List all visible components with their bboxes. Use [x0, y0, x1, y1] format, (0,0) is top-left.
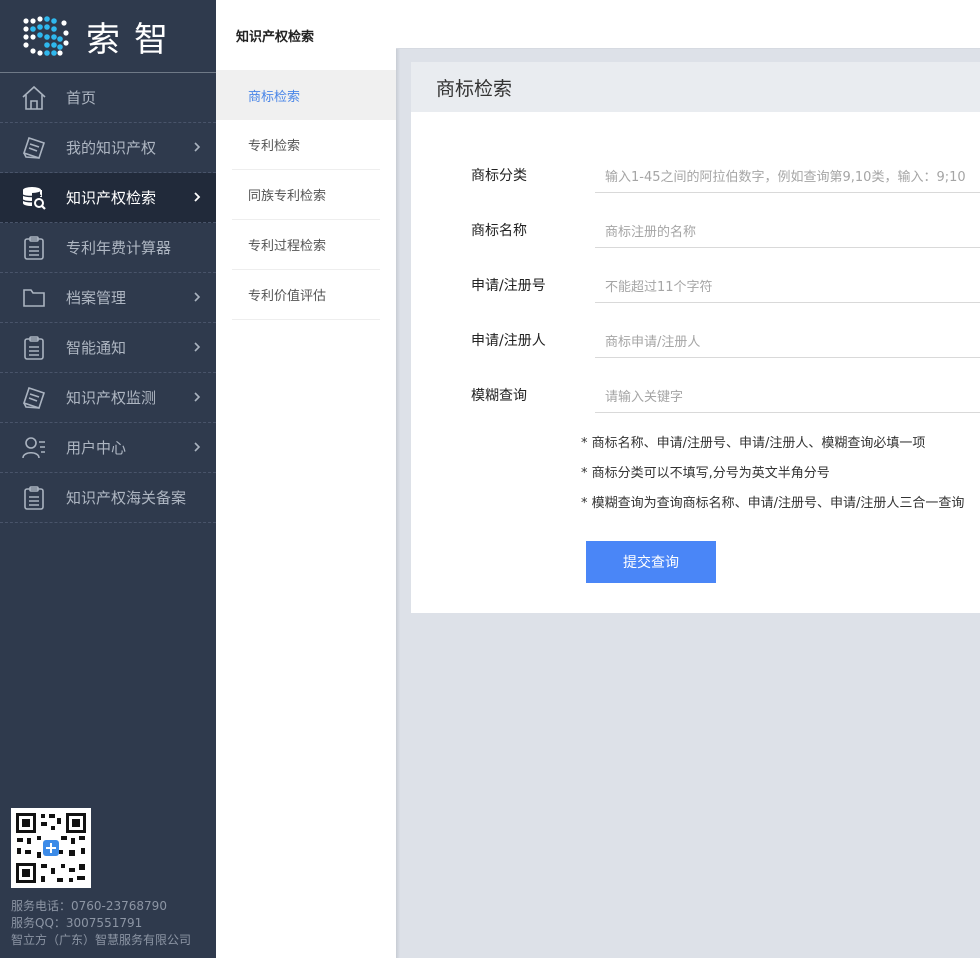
sidebar-item-archive[interactable]: 档案管理 [0, 273, 216, 323]
submenu-title: 知识产权检索 [236, 29, 315, 45]
form-row-reg-number: 申请/注册号 [411, 272, 980, 327]
search-panel: 商标检索 商标分类 商标名称 申请/注册号 申请/注册人 模糊查询 * 商标名称… [411, 62, 980, 613]
class-label: 商标分类 [471, 168, 527, 184]
fuzzy-label: 模糊查询 [471, 388, 527, 404]
logo-text: 索智 [86, 19, 182, 60]
registrant-label: 申请/注册人 [471, 333, 546, 349]
sidebar-item-label: 首页 [66, 89, 97, 107]
sidebar-item-label: 知识产权监测 [66, 389, 157, 407]
name-label: 商标名称 [471, 223, 527, 239]
qr-code-image [11, 808, 91, 888]
form-row-registrant: 申请/注册人 [411, 327, 980, 382]
class-input[interactable] [595, 162, 980, 193]
user-list-icon [20, 434, 48, 462]
form-row-class: 商标分类 [411, 162, 980, 217]
submenu-item-patent-family-search[interactable]: 同族专利检索 [232, 170, 380, 220]
submenu-item-trademark-search[interactable]: 商标检索 [216, 70, 396, 120]
database-search-icon [20, 184, 48, 212]
company-name: 智立方（广东）智慧服务有限公司 [11, 933, 192, 947]
service-phone: 服务电话：0760-23768790 [11, 899, 167, 913]
sidebar-item-user-center[interactable]: 用户中心 [0, 423, 216, 473]
contact-info: 服务电话：0760-23768790 服务QQ：3007551791 智立方（广… [11, 898, 191, 949]
clipboard-icon [20, 484, 48, 512]
name-input[interactable] [595, 217, 980, 248]
top-bar [396, 0, 980, 49]
sidebar-item-label: 用户中心 [66, 439, 127, 457]
clipboard-icon [20, 234, 48, 262]
submenu-item-patent-valuation[interactable]: 专利价值评估 [232, 270, 380, 320]
clipboard-icon [20, 334, 48, 362]
sidebar-item-customs-record[interactable]: 知识产权海关备案 [0, 473, 216, 523]
note-fuzzy: * 模糊查询为查询商标名称、申请/注册号、申请/注册人三合一查询 [581, 496, 965, 511]
sidebar-item-ip-monitor[interactable]: 知识产权监测 [0, 373, 216, 423]
sidebar-item-label: 专利年费计算器 [66, 239, 172, 257]
submenu-item-patent-process-search[interactable]: 专利过程检索 [232, 220, 380, 270]
form-row-fuzzy: 模糊查询 [411, 382, 980, 437]
reg-number-input[interactable] [595, 272, 980, 303]
service-qq: 服务QQ：3007551791 [11, 916, 143, 930]
chevron-right-icon [194, 342, 201, 352]
document-stack-icon [20, 384, 48, 412]
sidebar-item-label: 知识产权检索 [66, 189, 157, 207]
sidebar-item-ip-search[interactable]: 知识产权检索 [0, 173, 216, 223]
panel-title: 商标检索 [411, 62, 980, 112]
document-stack-icon [20, 134, 48, 162]
submenu-item-patent-search[interactable]: 专利检索 [232, 120, 380, 170]
chevron-right-icon [194, 292, 201, 302]
note-class-optional: * 商标分类可以不填写,分号为英文半角分号 [581, 466, 830, 481]
sidebar-nav: 首页 我的知识产权 知识产权检索 专利年费计算器 档案管理 智能通知 知识产权监… [0, 73, 216, 523]
note-required: * 商标名称、申请/注册号、申请/注册人、模糊查询必填一项 [581, 436, 926, 451]
sidebar-item-home[interactable]: 首页 [0, 73, 216, 123]
sidebar-item-label: 档案管理 [66, 289, 127, 307]
logo-icon [23, 16, 69, 56]
sidebar-item-label: 智能通知 [66, 339, 127, 357]
sidebar-item-fee-calculator[interactable]: 专利年费计算器 [0, 223, 216, 273]
sidebar-item-label: 我的知识产权 [66, 139, 157, 157]
submenu-shadow [396, 0, 400, 958]
chevron-right-icon [194, 192, 201, 202]
submit-button[interactable]: 提交查询 [586, 541, 716, 583]
folder-icon [20, 284, 48, 312]
sidebar-item-label: 知识产权海关备案 [66, 489, 187, 507]
home-icon [20, 84, 48, 112]
submenu: 知识产权检索 商标检索 专利检索 同族专利检索 专利过程检索 专利价值评估 [216, 0, 396, 958]
logo[interactable]: 索智 [0, 0, 216, 73]
chevron-right-icon [194, 442, 201, 452]
form-row-name: 商标名称 [411, 217, 980, 272]
registrant-input[interactable] [595, 327, 980, 358]
reg-number-label: 申请/注册号 [471, 278, 546, 294]
sidebar-item-smart-notice[interactable]: 智能通知 [0, 323, 216, 373]
sidebar-item-my-ip[interactable]: 我的知识产权 [0, 123, 216, 173]
chevron-right-icon [194, 392, 201, 402]
chevron-right-icon [194, 142, 201, 152]
sidebar: 索智 首页 我的知识产权 知识产权检索 专利年费计算器 档案管理 智能通知 知识… [0, 0, 216, 958]
fuzzy-input[interactable] [595, 382, 980, 413]
